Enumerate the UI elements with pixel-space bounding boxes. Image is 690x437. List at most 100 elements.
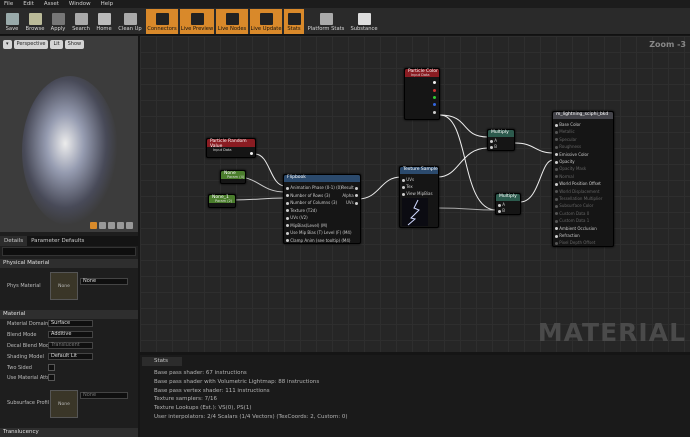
- pin-b[interactable]: B: [498, 208, 505, 213]
- sphere-icon[interactable]: [99, 222, 106, 229]
- output-pin-r[interactable]: [433, 89, 436, 92]
- preview-viewport[interactable]: ▾ Perspective Lit Show: [0, 36, 138, 232]
- cylinder-icon[interactable]: [90, 222, 97, 229]
- search-button[interactable]: Search: [70, 9, 92, 34]
- flipbook-input-pin[interactable]: Clamp Anim (see tooltip) (M4): [286, 238, 350, 243]
- prop-checkbox[interactable]: [48, 364, 55, 371]
- apply-button[interactable]: Apply: [48, 9, 68, 34]
- output-pin-b[interactable]: [433, 103, 436, 106]
- pin-a[interactable]: A: [498, 202, 505, 207]
- menu-edit[interactable]: Edit: [23, 1, 34, 7]
- flipbook-input-pin[interactable]: Use Mip Bias (T) Level (F) (M4): [286, 230, 352, 235]
- tab-details[interactable]: Details: [0, 236, 28, 246]
- result-input-pin[interactable]: Base Color: [555, 122, 581, 127]
- pin-tex[interactable]: Tex: [402, 184, 413, 189]
- output-pin-g[interactable]: [433, 96, 436, 99]
- tab-stats[interactable]: Stats: [142, 357, 182, 366]
- subsurface-combo[interactable]: None: [80, 392, 128, 399]
- live-preview-button[interactable]: Live Preview: [180, 9, 214, 34]
- perspective-button[interactable]: Perspective: [13, 40, 49, 49]
- result-input-pin[interactable]: Opacity Mask: [555, 166, 586, 171]
- substance-button[interactable]: Substance: [348, 9, 380, 34]
- menu-file[interactable]: File: [4, 1, 13, 7]
- result-input-pin[interactable]: Subsurface Color: [555, 203, 593, 208]
- browse-button[interactable]: Browse: [24, 9, 46, 34]
- live-update-button[interactable]: Live Update: [250, 9, 282, 34]
- pin-a[interactable]: A: [490, 138, 497, 143]
- home-button[interactable]: Home: [94, 9, 114, 34]
- multiply1-node[interactable]: Multiply A B: [487, 129, 515, 151]
- result-input-pin[interactable]: Ambient Occlusion: [555, 226, 597, 231]
- show-button[interactable]: Show: [64, 40, 85, 49]
- material-result-node[interactable]: m_lightning_sciphi_bkd Base Color Metall…: [552, 111, 614, 247]
- material-graph[interactable]: Zoom -3 MATERIAL Particle Color Input Dat…: [140, 36, 690, 352]
- search-icon: [74, 13, 88, 25]
- flipbook-output-pin[interactable]: Alpha: [342, 193, 358, 198]
- cube-icon[interactable]: [117, 222, 124, 229]
- output-pin-a[interactable]: [433, 111, 436, 114]
- result-input-pin[interactable]: Specular: [555, 137, 577, 142]
- stats-button[interactable]: Stats: [284, 9, 304, 34]
- material-section[interactable]: Material: [0, 310, 138, 319]
- clean-up-button[interactable]: Clean Up: [116, 9, 144, 34]
- live-preview-icon: [190, 13, 204, 25]
- lit-button[interactable]: Lit: [50, 40, 63, 49]
- phys-material-thumbnail[interactable]: None: [50, 272, 78, 300]
- connectors-button[interactable]: Connectors: [146, 9, 178, 34]
- translucency-section[interactable]: Translucency: [0, 428, 138, 437]
- prop-combo[interactable]: Additive: [48, 331, 93, 338]
- prop-combo[interactable]: Translucent: [48, 342, 93, 349]
- plane-icon[interactable]: [108, 222, 115, 229]
- multiply2-node[interactable]: Multiply A B: [495, 193, 521, 215]
- flipbook-output-pin[interactable]: Result: [341, 185, 358, 190]
- result-input-pin[interactable]: Metallic: [555, 129, 575, 134]
- phys-material-combo[interactable]: None: [80, 278, 128, 285]
- none1-param-node[interactable]: None_1 Param (2): [208, 194, 236, 208]
- flipbook-output-pin[interactable]: UVs: [346, 200, 358, 205]
- menu-asset[interactable]: Asset: [44, 1, 59, 7]
- flipbook-input-pin[interactable]: Texture (T2d): [286, 208, 317, 213]
- platform-stats-button[interactable]: Platform Stats: [306, 9, 346, 34]
- prop-combo[interactable]: Default Lit: [48, 353, 93, 360]
- result-input-pin[interactable]: Roughness: [555, 144, 581, 149]
- result-input-pin[interactable]: Emissive Color: [555, 152, 589, 157]
- flipbook-input-pin[interactable]: Number of Rows (3): [286, 193, 330, 198]
- result-input-pin[interactable]: Custom Data 0: [555, 211, 589, 216]
- result-input-pin[interactable]: Normal: [555, 174, 574, 179]
- pin-view-mipbias[interactable]: View MipBias: [402, 191, 433, 196]
- flipbook-input-pin[interactable]: Number of Columns (3): [286, 200, 337, 205]
- menu-help[interactable]: Help: [101, 1, 114, 7]
- teapot-icon[interactable]: [126, 222, 133, 229]
- result-input-pin[interactable]: Pixel Depth Offset: [555, 240, 595, 245]
- particle-color-node[interactable]: Particle Color Input Data: [404, 68, 440, 120]
- pin-uvs[interactable]: UVs: [402, 177, 414, 182]
- stat-line: User interpolators: 2/4 Scalars (1/4 Vec…: [154, 414, 348, 420]
- prop-checkbox[interactable]: [48, 374, 55, 381]
- none-param-node[interactable]: None Param (4): [220, 170, 246, 184]
- output-pin[interactable]: [250, 152, 253, 155]
- result-input-pin[interactable]: World Displacement: [555, 189, 600, 194]
- physical-material-section[interactable]: Physical Material: [0, 259, 138, 268]
- texture-sample-node[interactable]: Texture Sample UVs Tex View MipBias: [399, 166, 439, 228]
- result-input-pin[interactable]: Refraction: [555, 233, 580, 238]
- result-input-pin[interactable]: Opacity: [555, 159, 575, 164]
- viewport-bottom-icons[interactable]: [90, 222, 133, 229]
- result-input-pin[interactable]: Tessellation Multiplier: [555, 196, 602, 201]
- save-button[interactable]: Save: [2, 9, 22, 34]
- subsurface-thumbnail[interactable]: None: [50, 390, 78, 418]
- flipbook-input-pin[interactable]: MipBias(Level) (M): [286, 223, 327, 228]
- result-input-pin[interactable]: Custom Data 1: [555, 218, 589, 223]
- result-input-pin[interactable]: World Position Offset: [555, 181, 601, 186]
- details-search-input[interactable]: [2, 247, 136, 256]
- prop-combo[interactable]: Surface: [48, 320, 93, 327]
- pin-b[interactable]: B: [490, 144, 497, 149]
- live-nodes-button[interactable]: Live Nodes: [216, 9, 248, 34]
- viewport-menu-button[interactable]: ▾: [3, 40, 12, 49]
- tab-parameter-defaults[interactable]: Parameter Defaults: [27, 236, 88, 246]
- particle-random-node[interactable]: Particle Random Value Input Data: [206, 138, 256, 158]
- flipbook-node[interactable]: Flipbook Animation Phase (0-1) (0) Numbe…: [283, 174, 361, 244]
- flipbook-input-pin[interactable]: Animation Phase (0-1) (0): [286, 185, 342, 190]
- flipbook-input-pin[interactable]: UVs (V2): [286, 215, 308, 220]
- output-pin[interactable]: [433, 81, 436, 84]
- menu-window[interactable]: Window: [69, 1, 91, 7]
